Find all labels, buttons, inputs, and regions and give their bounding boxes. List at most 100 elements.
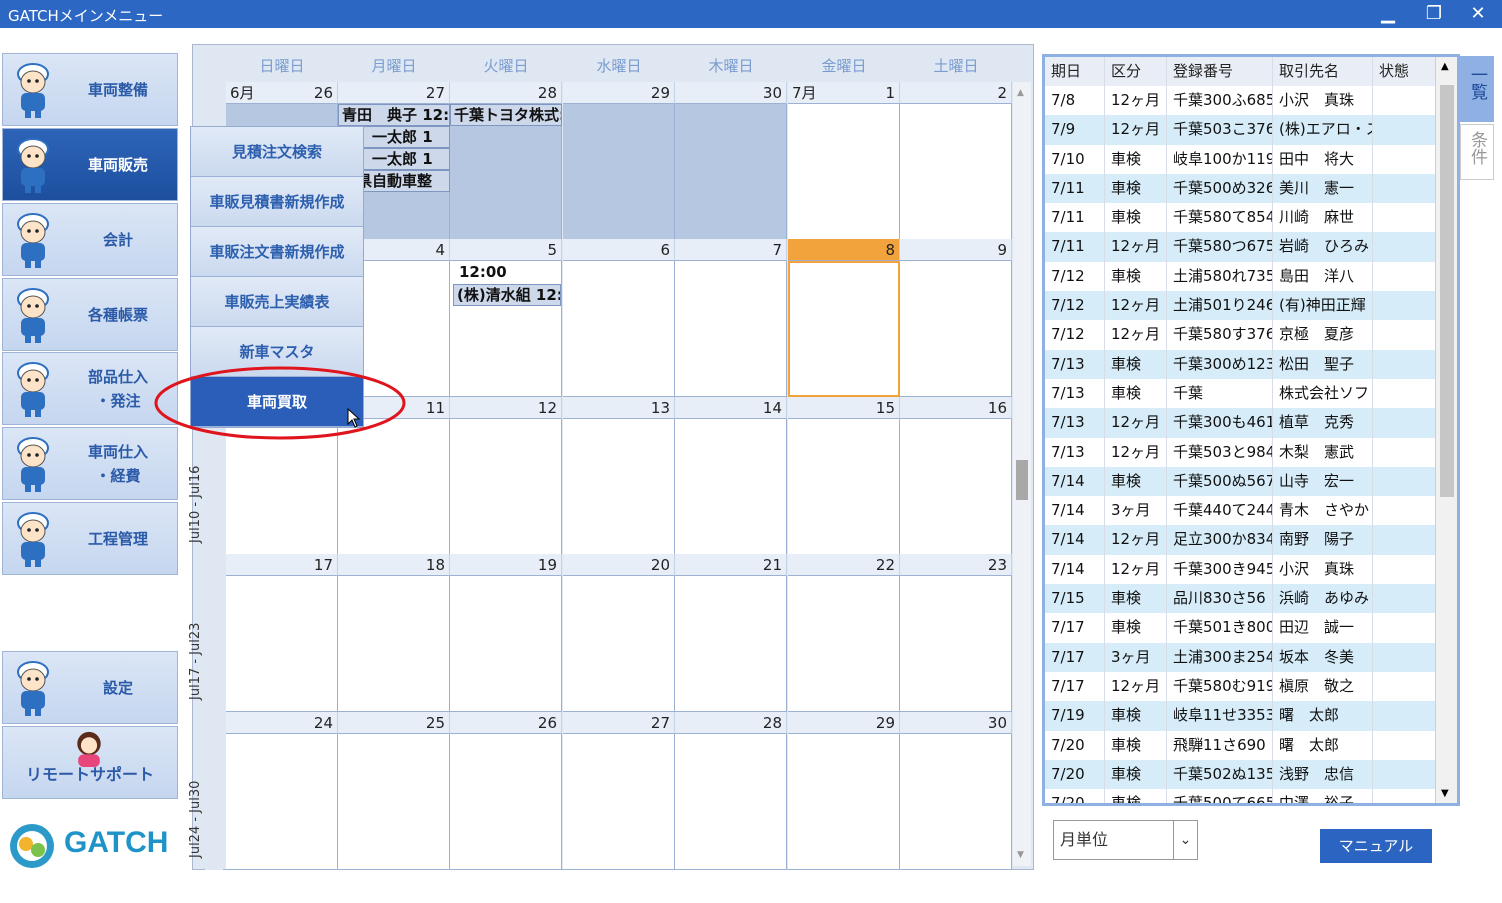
day-number[interactable]: 12 <box>450 397 562 419</box>
calendar-day-cell[interactable] <box>788 261 900 397</box>
day-number[interactable]: 7 <box>675 239 787 261</box>
table-row[interactable]: 7/13車検千葉株式会社ソフト <box>1045 378 1435 409</box>
day-number[interactable]: 15 <box>788 397 900 419</box>
calendar-day-cell[interactable] <box>226 576 338 712</box>
table-row[interactable]: 7/12 12ヶ月 土浦501り246 (有)神田正輝 <box>1045 291 1435 321</box>
close-button[interactable]: ✕ <box>1458 0 1498 28</box>
day-number[interactable]: 29 <box>788 712 900 734</box>
submenu-item-new-sales-order[interactable]: 車販注文書新規作成 <box>191 227 363 277</box>
sidebar-item-vehicle-purchase[interactable]: 車両仕入 ・経費 <box>2 427 178 500</box>
table-row[interactable]: 7/14 12ヶ月 足立300か834 南野 陽子 <box>1045 525 1435 555</box>
minimize-button[interactable]: ▁ <box>1368 0 1408 28</box>
table-row[interactable]: 7/13 12ヶ月 千葉503と984 木梨 憲武 <box>1045 437 1435 467</box>
calendar-day-cell[interactable] <box>563 734 675 870</box>
calendar-day-cell[interactable] <box>563 261 675 397</box>
table-row[interactable]: 7/13 車検 千葉300め123 松田 聖子 <box>1045 349 1435 379</box>
scroll-down-icon[interactable]: ▼ <box>1441 788 1449 799</box>
restore-button[interactable]: ❐ <box>1414 0 1454 28</box>
day-number[interactable]: 17 <box>226 554 338 576</box>
table-row[interactable]: 7/8 12ヶ月 千葉300ふ685 小沢 真珠 <box>1045 86 1435 116</box>
calendar-day-cell[interactable] <box>338 576 450 712</box>
column-header[interactable]: 区分 <box>1105 57 1167 86</box>
day-number[interactable]: 27 <box>563 712 675 734</box>
day-number[interactable]: 27 <box>338 82 450 104</box>
table-row[interactable]: 7/20 車検 千葉502ぬ135 浅野 忠信 <box>1045 759 1435 790</box>
calendar-event[interactable]: 青田 典子 12: <box>338 104 450 126</box>
scroll-thumb[interactable] <box>1440 85 1454 497</box>
scroll-up-icon[interactable]: ▲ <box>1441 61 1449 72</box>
day-number[interactable]: 19 <box>450 554 562 576</box>
day-number[interactable]: 30 <box>900 712 1012 734</box>
calendar-event[interactable]: (株)清水組 12: <box>453 284 561 306</box>
calendar-day-cell[interactable] <box>338 419 450 555</box>
calendar-day-cell[interactable] <box>675 104 787 240</box>
day-number[interactable]: 26 <box>450 712 562 734</box>
column-header[interactable]: 登録番号 <box>1167 57 1273 86</box>
submenu-item-new-car-master[interactable]: 新車マスタ <box>191 327 363 377</box>
day-number[interactable]: 5 <box>450 239 562 261</box>
column-header[interactable]: 取引先名 <box>1273 57 1373 86</box>
period-unit-select[interactable]: 月単位 ⌄ <box>1053 820 1198 860</box>
day-number[interactable]: 21 <box>675 554 787 576</box>
table-row[interactable]: 7/17 車検 千葉501き800 田辺 誠一 <box>1045 613 1435 643</box>
table-row[interactable]: 7/15 車検 品川830さ56 浜崎 あゆみ <box>1045 584 1435 614</box>
calendar-day-cell[interactable] <box>788 576 900 712</box>
day-number[interactable]: 28 <box>675 712 787 734</box>
table-row[interactable]: 7/14 車検 千葉500ぬ567 山寺 宏一 <box>1045 466 1435 497</box>
day-number[interactable]: 29 <box>563 82 675 104</box>
calendar-event[interactable]: 12:00 <box>453 262 561 284</box>
day-number[interactable]: 6 <box>563 239 675 261</box>
table-row[interactable]: 7/11 車検 千葉580て854 川崎 麻世 <box>1045 203 1435 233</box>
calendar-scrollbar[interactable]: ▲ ▼ <box>1013 82 1031 866</box>
day-number[interactable]: 2 <box>900 82 1012 104</box>
calendar-day-cell[interactable] <box>450 734 562 870</box>
day-number[interactable]: 25 <box>338 712 450 734</box>
calendar-day-cell[interactable] <box>900 576 1012 712</box>
scroll-down-icon[interactable]: ▼ <box>1017 850 1024 860</box>
submenu-item-vehicle-buyback[interactable]: 車両買取 <box>191 377 363 427</box>
calendar-day-cell[interactable] <box>450 419 562 555</box>
day-number[interactable]: 20 <box>563 554 675 576</box>
calendar-day-cell[interactable] <box>563 419 675 555</box>
day-number[interactable]: 22 <box>788 554 900 576</box>
column-header[interactable]: 状態 <box>1373 57 1435 86</box>
table-row[interactable]: 7/17 3ヶ月 土浦300ま254 坂本 冬美 <box>1045 642 1435 672</box>
scroll-up-icon[interactable]: ▲ <box>1017 88 1024 98</box>
day-number[interactable]: 13 <box>563 397 675 419</box>
day-number[interactable]: 14 <box>675 397 787 419</box>
submenu-item-sales-results-report[interactable]: 車販売上実績表 <box>191 277 363 327</box>
table-row[interactable]: 7/14 12ヶ月 千葉300き945 小沢 真珠 <box>1045 554 1435 585</box>
table-row[interactable]: 7/14 3ヶ月 千葉440て244 青木 さやか <box>1045 496 1435 526</box>
day-number[interactable]: 28 <box>450 82 562 104</box>
table-row[interactable]: 7/12 12ヶ月 千葉580す376 京極 夏彦 <box>1045 320 1435 350</box>
day-number[interactable]: 30 <box>675 82 787 104</box>
submenu-item-new-sales-quote[interactable]: 車販見積書新規作成 <box>191 177 363 227</box>
table-row[interactable]: 7/912ヶ月千葉503こ376(株)エアロ・スミ <box>1045 115 1435 145</box>
list-scrollbar[interactable]: ▲ ▼ <box>1435 57 1457 803</box>
table-row[interactable]: 7/11 12ヶ月 千葉580つ675 岩崎 ひろみ <box>1045 232 1435 262</box>
sidebar-item-settings[interactable]: 設定 <box>2 651 178 724</box>
calendar-day-cell[interactable] <box>788 734 900 870</box>
table-row[interactable]: 7/20車検千葉500て665中澤 裕子 <box>1045 789 1435 803</box>
table-row[interactable]: 7/13 12ヶ月 千葉300も461 植草 克秀 <box>1045 408 1435 438</box>
calendar-day-cell[interactable] <box>900 261 1012 397</box>
day-number[interactable]: 24 <box>226 712 338 734</box>
calendar-day-cell[interactable] <box>788 419 900 555</box>
calendar-event[interactable]: 千葉トヨタ株式: <box>450 104 562 126</box>
calendar-day-cell[interactable] <box>563 576 675 712</box>
table-row[interactable]: 7/10 車検 岐阜100か119 田中 将大 <box>1045 144 1435 174</box>
calendar-scroll-thumb[interactable] <box>1016 460 1028 500</box>
calendar-day-cell[interactable] <box>900 419 1012 555</box>
sidebar-item-vehicle-sales[interactable]: 車両販売 <box>2 128 178 201</box>
sidebar-item-accounting[interactable]: 会計 <box>2 203 178 276</box>
calendar-day-cell[interactable] <box>226 419 338 555</box>
day-number[interactable]: 16 <box>900 397 1012 419</box>
tab-list[interactable]: 一覧 <box>1460 56 1494 122</box>
calendar-day-cell[interactable] <box>563 104 675 240</box>
chevron-down-icon[interactable]: ⌄ <box>1173 821 1197 859</box>
manual-button[interactable]: マニュアル <box>1320 829 1432 863</box>
day-number[interactable]: 8 <box>788 239 900 261</box>
calendar-day-cell[interactable] <box>450 576 562 712</box>
calendar-day-cell[interactable] <box>675 261 787 397</box>
calendar-day-cell[interactable] <box>226 734 338 870</box>
